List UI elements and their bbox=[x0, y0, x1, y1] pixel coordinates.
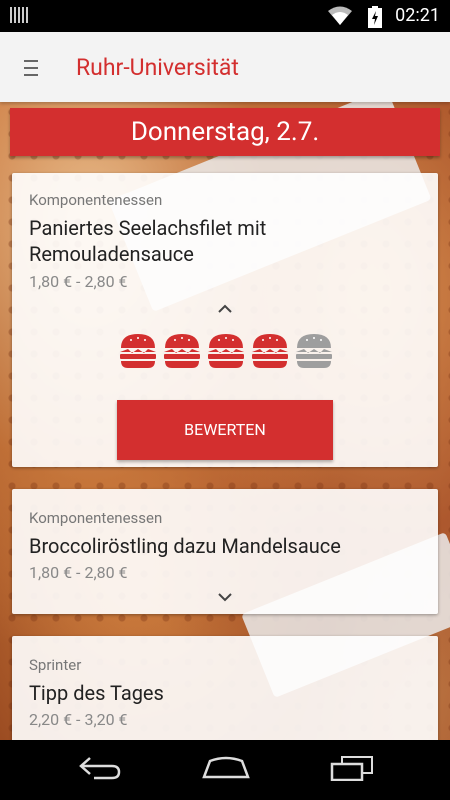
chevron-down-icon[interactable] bbox=[217, 593, 233, 603]
app-bar: Ruhr-Universität bbox=[0, 32, 450, 102]
status-bar: 02:21 bbox=[0, 0, 450, 32]
clock: 02:21 bbox=[395, 5, 440, 26]
meal-name: Broccoliröstling dazu Mandelsauce bbox=[29, 534, 341, 558]
recent-apps-icon[interactable] bbox=[330, 755, 374, 781]
meal-category: Komponentenessen bbox=[29, 509, 163, 527]
app-title: Ruhr-Universität bbox=[76, 54, 239, 81]
meal-name: Paniertes Seelachsfilet mit bbox=[29, 216, 267, 240]
home-icon[interactable] bbox=[202, 755, 250, 781]
meal-price: 1,80 € - 2,80 € bbox=[29, 563, 128, 582]
back-icon[interactable] bbox=[78, 755, 122, 781]
burger-icon[interactable] bbox=[250, 333, 290, 369]
meal-price: 2,20 € - 3,20 € bbox=[29, 710, 128, 729]
burger-icon-empty[interactable] bbox=[294, 333, 334, 369]
meal-price: 1,80 € - 2,80 € bbox=[29, 272, 128, 291]
chevron-up-icon[interactable] bbox=[217, 303, 233, 313]
rate-button[interactable]: BEWERTEN bbox=[117, 400, 333, 460]
meal-card[interactable]: Komponentenessen Paniertes Seelachsfilet… bbox=[12, 173, 438, 467]
wifi-icon bbox=[328, 6, 352, 25]
meal-card[interactable]: Sprinter Tipp des Tages 2,20 € - 3,20 € bbox=[12, 636, 438, 746]
meal-category: Komponentenessen bbox=[29, 191, 163, 209]
notification-icon bbox=[10, 7, 32, 23]
meal-category: Sprinter bbox=[29, 656, 82, 674]
burger-icon[interactable] bbox=[162, 333, 202, 369]
meal-name: Tipp des Tages bbox=[29, 681, 164, 705]
meal-card[interactable]: Komponentenessen Broccoliröstling dazu M… bbox=[12, 489, 438, 614]
meal-name-line2: Remouladensauce bbox=[29, 242, 194, 266]
system-navigation-bar bbox=[0, 740, 450, 800]
burger-icon[interactable] bbox=[118, 333, 158, 369]
rating-burgers[interactable] bbox=[118, 333, 334, 369]
menu-icon[interactable] bbox=[24, 58, 38, 78]
burger-icon[interactable] bbox=[206, 333, 246, 369]
date-banner: Donnerstag, 2.7. bbox=[10, 108, 440, 156]
battery-icon bbox=[368, 6, 382, 28]
